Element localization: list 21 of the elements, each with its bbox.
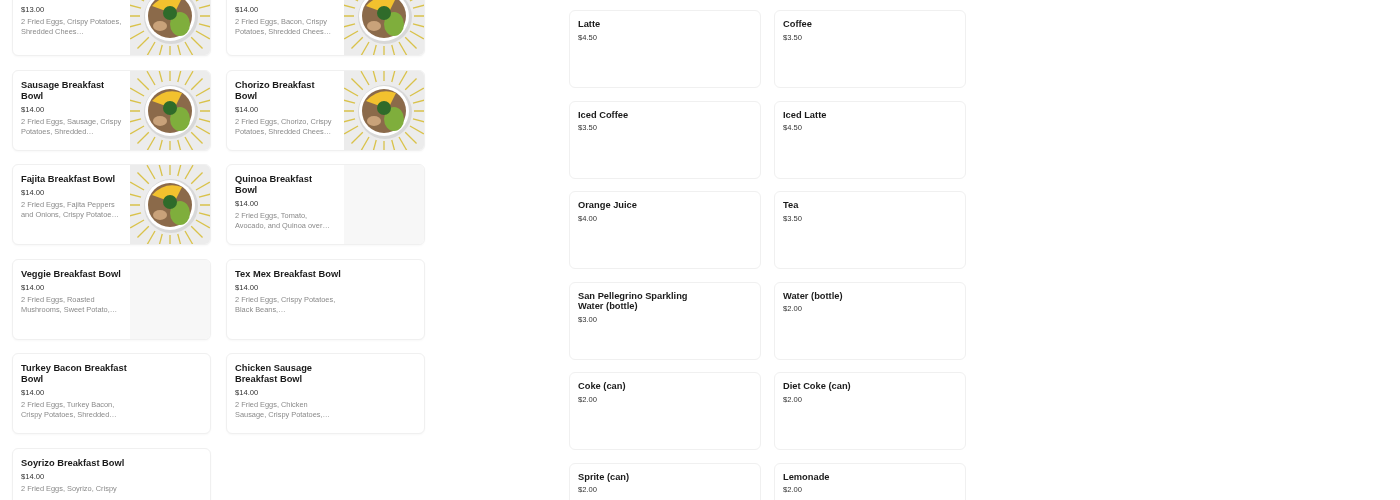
- item-name: Sausage Breakfast Bowl: [21, 79, 106, 102]
- item-name: Chicken Sausage Breakfast Bowl: [235, 363, 313, 385]
- item-name: Water (bottle): [783, 290, 843, 301]
- item-name: Orange Juice: [578, 200, 637, 211]
- item-name: Chorizo Breakfast Bowl: [235, 79, 316, 102]
- item-name: Latte: [578, 19, 601, 30]
- item-name: San Pellegrino Sparkling Water (bottle): [578, 290, 688, 312]
- item-name: Soyrizo Breakfast Bowl: [21, 457, 125, 469]
- item-name: Veggie Breakfast Bowl: [21, 268, 121, 280]
- item-name: Coke (can): [578, 381, 626, 392]
- item-name: Iced Coffee: [578, 109, 629, 120]
- item-name: Turkey Bacon Breakfast Bowl: [21, 363, 128, 385]
- item-name: Sprite (can): [578, 471, 630, 482]
- item-name: Tea: [783, 200, 799, 211]
- item-name: Quinoa Breakfast Bowl: [235, 174, 313, 196]
- item-name: Diet Coke (can): [783, 381, 851, 392]
- item-name: Fajita Breakfast Bowl: [21, 174, 116, 185]
- item-name: Lemonade: [783, 471, 830, 482]
- item-name: Iced Latte: [783, 109, 827, 120]
- item-name: Coffee: [783, 19, 812, 30]
- item-name: Tex Mex Breakfast Bowl: [235, 268, 341, 280]
